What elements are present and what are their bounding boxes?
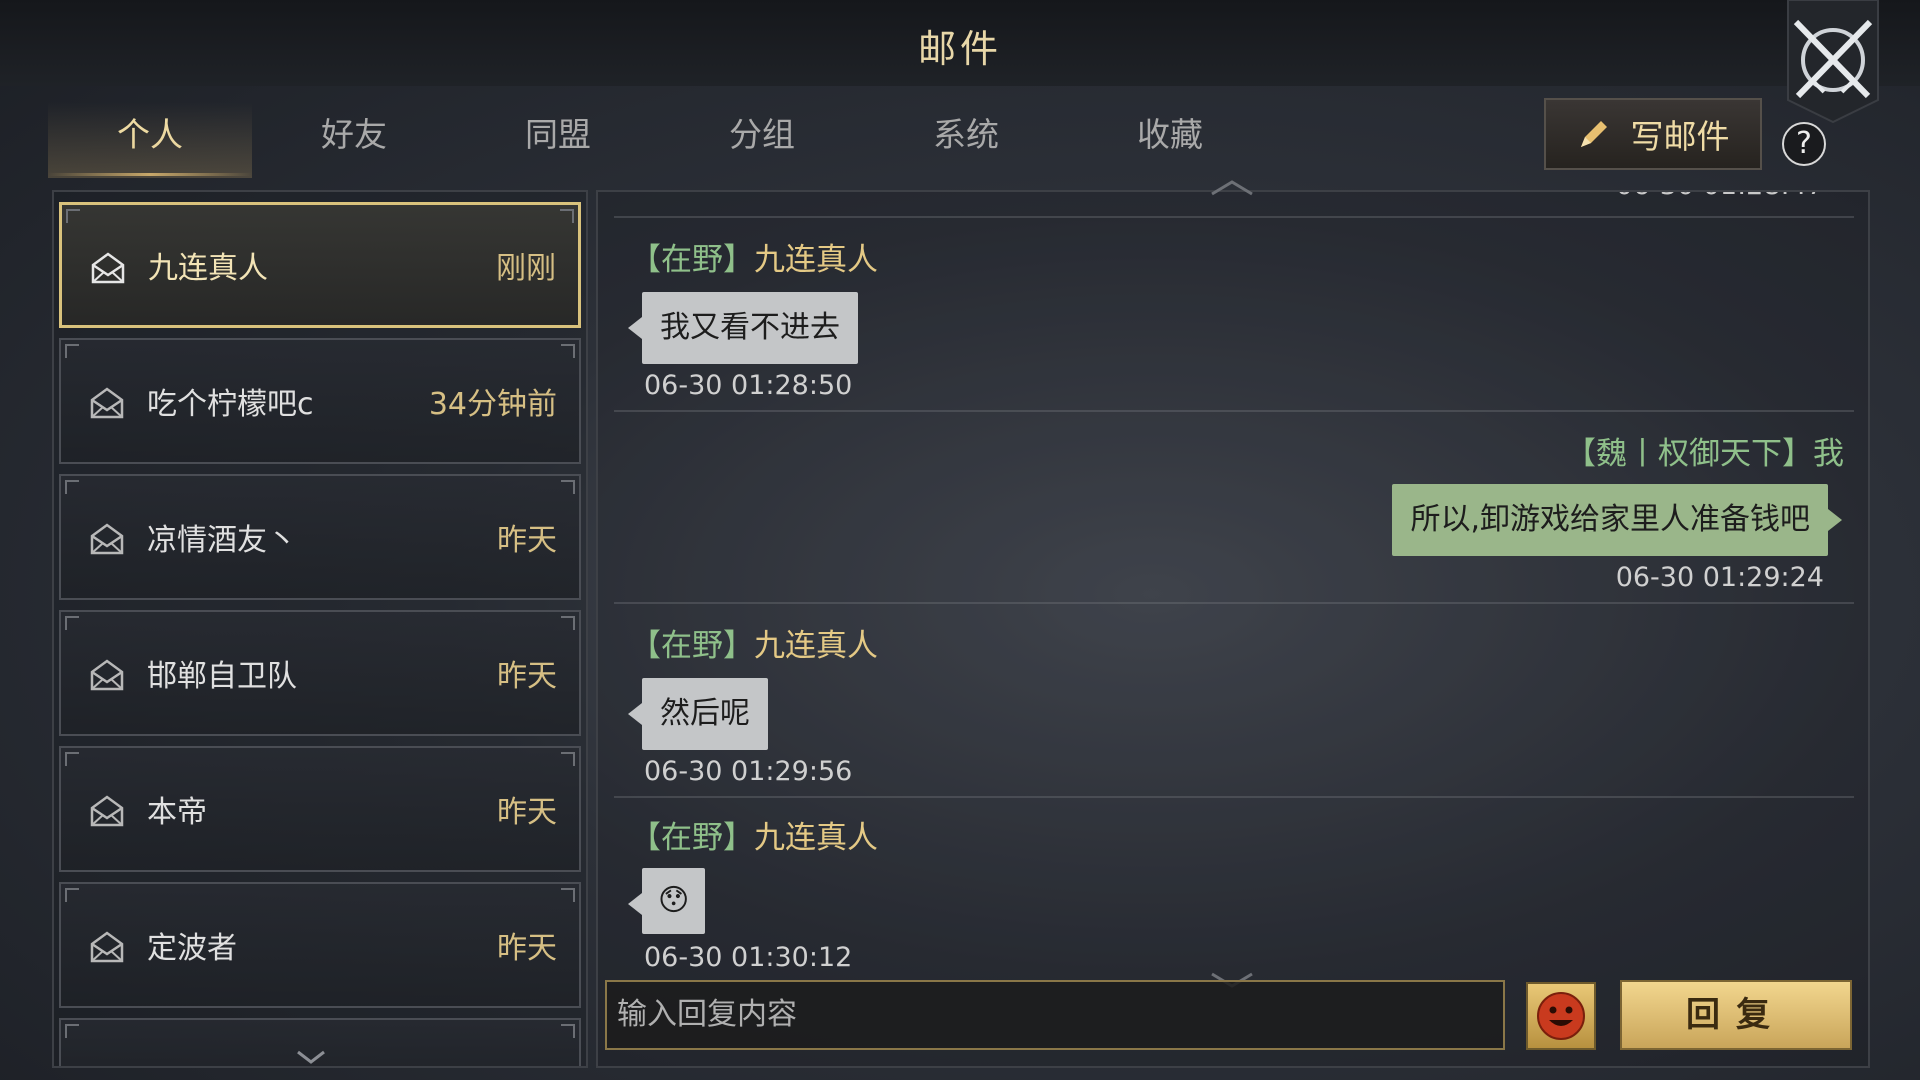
divider [614,216,1854,218]
mail-time: 昨天 [497,659,557,694]
help-button[interactable]: ? [1782,122,1826,166]
frame-corner [66,209,80,223]
mail-sender-name: 吃个柠檬吧c [147,387,314,422]
divider [614,796,1854,798]
envelope-icon [90,523,124,555]
message-time: 06-30 01:28:50 [644,370,853,401]
tab-favorites[interactable]: 收藏 [1068,92,1272,178]
mail-list-item[interactable]: 本帝 昨天 [59,746,581,872]
message-bubble: 我又看不进去 [628,292,858,364]
message-time: 06-30 01:30:12 [644,942,853,973]
page-title: 邮件 [917,27,1002,71]
sender-tag: 【在野】 [630,628,754,664]
frame-corner [560,209,574,223]
frame-corner [65,888,79,902]
sender-name: 九连真人 [754,242,878,278]
envelope-icon [90,931,124,963]
envelope-icon [90,795,124,827]
conversation-panel: 06-30 01:28:47 【在野】九连真人 我又看不进去 06-30 01:… [596,190,1870,1068]
frame-corner [561,616,575,630]
envelope-icon [90,659,124,691]
sender-tag: 【魏丨权御天下】 [1565,436,1813,472]
frame-corner [561,752,575,766]
mail-time: 昨天 [497,523,557,558]
pencil-icon [1580,121,1607,147]
frame-corner [65,480,79,494]
frame-corner [561,344,575,358]
message-time: 06-30 01:29:24 [1615,562,1824,593]
divider [614,602,1854,604]
mail-list-item[interactable]: 凉情酒友丶 昨天 [59,474,581,600]
emoji-button[interactable] [1526,982,1596,1050]
mail-sender-name: 九连真人 [148,251,268,286]
frame-corner [65,752,79,766]
mail-list-item[interactable]: 定波者 昨天 [59,882,581,1008]
tab-friends[interactable]: 好友 [252,92,456,178]
reply-input[interactable]: 输入回复内容 [605,980,1505,1050]
close-button[interactable] [1782,0,1884,125]
message-sender: 【在野】九连真人 [630,812,878,857]
frame-corner [561,1024,575,1038]
message-bubble: 然后呢 [628,678,768,750]
message-sender: 【在野】九连真人 [630,234,878,279]
tab-bar: 个人 好友 同盟 分组 系统 收藏 [48,92,1248,178]
tab-system[interactable]: 系统 [864,92,1068,178]
sender-name: 九连真人 [754,628,878,664]
mail-list-item[interactable]: 吃个柠檬吧c 34分钟前 [59,338,581,464]
crossed-swords-icon [1787,0,1879,124]
tab-groups[interactable]: 分组 [660,92,864,178]
mail-sender-name: 本帝 [147,795,207,830]
mail-time: 34分钟前 [428,387,557,422]
envelope-icon [91,252,125,284]
mail-list-item[interactable]: 邯郸自卫队 昨天 [59,610,581,736]
scroll-up-chevron-icon [1211,180,1253,196]
message-sender: 【魏丨权御天下】我 [1565,428,1844,473]
mail-sender-name: 邯郸自卫队 [147,659,297,694]
reply-button[interactable]: 回复 [1620,980,1852,1050]
envelope-icon [90,387,124,419]
smiley-face-icon [1537,992,1585,1040]
mail-list: 九连真人 刚刚 吃个柠檬吧c 34分钟前 凉情酒友丶 昨天 邯郸自卫队 昨天 本… [52,190,588,1068]
frame-corner [561,480,575,494]
message-time: 06-30 01:28:47 [1616,192,1824,201]
tab-alliance[interactable]: 同盟 [456,92,660,178]
message-sender: 【在野】九连真人 [630,620,878,665]
scroll-down-chevron-icon [297,1050,325,1064]
frame-corner [65,1024,79,1038]
sender-tag: 【在野】 [630,242,754,278]
message-bubble-emoji: 😯 [627,868,706,934]
mail-time: 刚刚 [496,251,556,286]
mail-time: 昨天 [497,931,557,966]
divider [614,410,1854,412]
mail-sender-name: 定波者 [147,931,237,966]
mail-time: 昨天 [497,795,557,830]
mail-list-item[interactable]: 九连真人 刚刚 [59,202,581,328]
frame-corner [561,888,575,902]
frame-corner [65,616,79,630]
write-mail-button[interactable]: 写邮件 [1544,98,1762,170]
frame-corner [65,344,79,358]
title-bar: 邮件 [0,0,1920,86]
message-bubble-own: 所以,卸游戏给家里人准备钱吧 [1392,484,1842,556]
sender-name: 我 [1813,436,1844,472]
sender-tag: 【在野】 [630,820,754,856]
sender-name: 九连真人 [754,820,878,856]
message-time: 06-30 01:29:56 [644,756,853,787]
mail-sender-name: 凉情酒友丶 [147,523,297,558]
tab-personal[interactable]: 个人 [48,92,252,178]
write-mail-label: 写邮件 [1630,117,1730,156]
